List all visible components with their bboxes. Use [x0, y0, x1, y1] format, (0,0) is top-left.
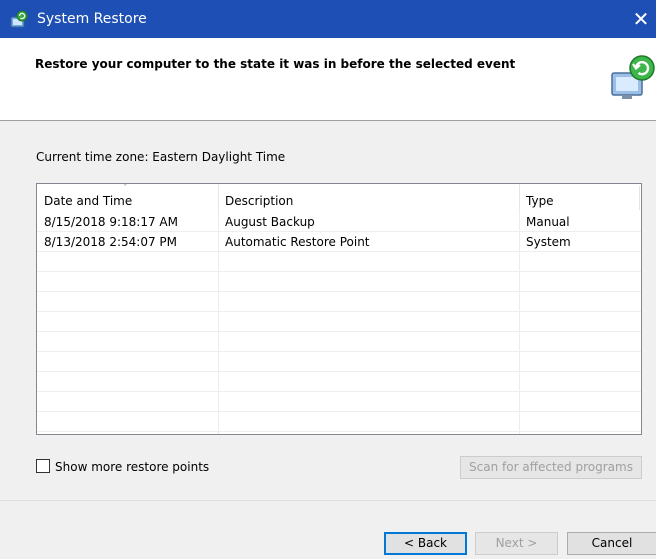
next-button[interactable]: Next > — [475, 532, 558, 555]
header-divider[interactable] — [639, 186, 640, 210]
system-restore-icon — [9, 10, 29, 30]
header-panel: Restore your computer to the state it wa… — [0, 38, 656, 121]
row-type: System — [526, 235, 571, 249]
empty-row — [37, 252, 641, 272]
column-header-description[interactable]: Description — [225, 194, 293, 208]
timezone-label: Current time zone: Eastern Daylight Time — [36, 150, 286, 164]
checkbox-label[interactable]: Show more restore points — [55, 460, 209, 474]
column-header-type[interactable]: Type — [526, 194, 554, 208]
empty-row — [37, 412, 641, 432]
empty-row — [37, 312, 641, 332]
row-type: Manual — [526, 215, 570, 229]
empty-row — [37, 372, 641, 392]
checkbox-box[interactable] — [36, 459, 50, 473]
restore-points-list[interactable]: Date and Time ˇ Description Type 8/15/20… — [36, 183, 642, 435]
empty-row — [37, 332, 641, 352]
empty-row — [37, 272, 641, 292]
page-heading: Restore your computer to the state it wa… — [35, 57, 516, 71]
header-divider[interactable] — [218, 186, 219, 210]
window-title: System Restore — [37, 11, 147, 27]
empty-row — [37, 392, 641, 412]
table-row[interactable]: 8/15/2018 9:18:17 AM August Backup Manua… — [37, 212, 641, 232]
footer-divider — [0, 500, 656, 501]
restore-computer-icon — [606, 53, 656, 103]
title-bar: System Restore ✕ — [0, 0, 656, 38]
row-description: Automatic Restore Point — [225, 235, 370, 249]
scan-affected-programs-button[interactable]: Scan for affected programs — [460, 456, 642, 479]
row-date: 8/15/2018 9:18:17 AM — [44, 215, 178, 229]
back-button[interactable]: < Back — [384, 532, 467, 555]
column-header-date[interactable]: Date and Time — [44, 194, 132, 208]
close-button[interactable]: ✕ — [626, 0, 656, 38]
sort-descending-icon: ˇ — [123, 184, 128, 194]
cancel-button[interactable]: Cancel — [567, 532, 656, 555]
empty-row — [37, 352, 641, 372]
list-header: Date and Time ˇ Description Type — [37, 184, 641, 212]
header-divider[interactable] — [519, 186, 520, 210]
table-row[interactable]: 8/13/2018 2:54:07 PM Automatic Restore P… — [37, 232, 641, 252]
row-date: 8/13/2018 2:54:07 PM — [44, 235, 178, 249]
row-description: August Backup — [225, 215, 315, 229]
empty-row — [37, 292, 641, 312]
